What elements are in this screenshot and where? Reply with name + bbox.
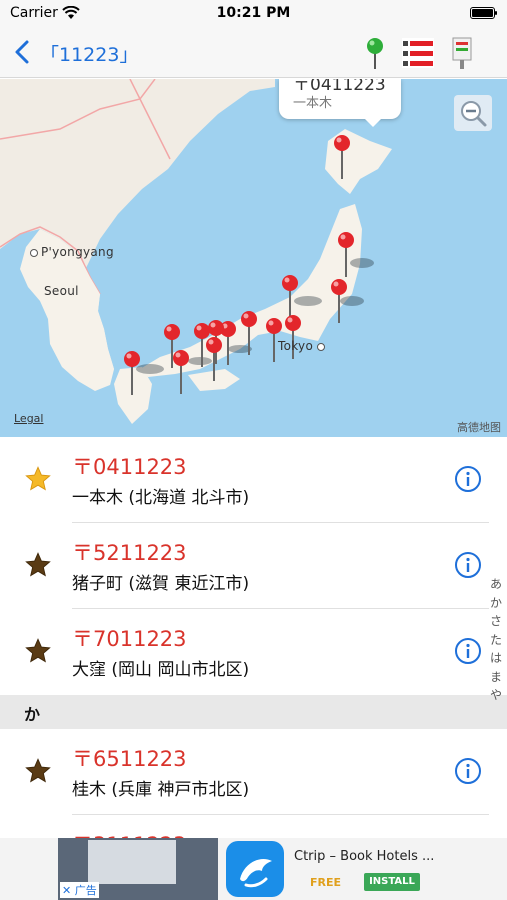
- status-bar: Carrier 10:21 PM: [0, 0, 507, 28]
- install-button[interactable]: INSTALL: [364, 873, 420, 891]
- index-item[interactable]: さ: [489, 612, 503, 631]
- index-item[interactable]: か: [489, 594, 503, 613]
- info-icon[interactable]: [454, 757, 482, 785]
- kana-sort-icon[interactable]: [402, 38, 434, 68]
- callout-name: 一本木: [293, 96, 333, 111]
- zoom-out-button[interactable]: [454, 95, 492, 131]
- address-label: 一本木 (北海道 北斗市): [72, 488, 250, 508]
- address-label: 桂木 (兵庫 神戸市北区): [72, 780, 250, 800]
- ad-banner[interactable]: ✕ 广告 Ctrip – Book Hotels ... FREE INSTAL…: [0, 838, 507, 900]
- ad-price: FREE: [310, 876, 342, 889]
- city-label-pyongyang: P'yongyang: [30, 245, 114, 259]
- index-item[interactable]: た: [489, 631, 503, 650]
- postal-code-list[interactable]: 〒0411223 一本木 (北海道 北斗市) 〒5211223 猪子町 (滋賀 …: [0, 437, 507, 838]
- address-label: 大窪 (岡山 岡山市北区): [72, 660, 250, 680]
- list-item[interactable]: 〒7011223 大窪 (岡山 岡山市北区): [0, 609, 507, 695]
- postal-code: 〒5211223: [72, 541, 187, 565]
- postal-code: 〒3111223: [72, 829, 187, 838]
- postal-code: 〒7011223: [72, 627, 187, 651]
- pin-callout[interactable]: 〒0411223 一本木: [279, 79, 401, 127]
- info-icon[interactable]: [454, 465, 482, 493]
- section-header: か: [0, 695, 507, 729]
- index-item[interactable]: や: [489, 686, 503, 705]
- postbox-icon[interactable]: [451, 36, 473, 70]
- battery-icon: [470, 7, 497, 19]
- star-filled-gold-icon[interactable]: [24, 465, 52, 493]
- list-item[interactable]: 〒6511223 桂木 (兵庫 神戸市北区): [0, 729, 507, 815]
- list-item[interactable]: 〒3111223: [0, 815, 507, 838]
- zoom-out-icon: [461, 101, 487, 127]
- info-icon[interactable]: [454, 637, 482, 665]
- back-chevron-icon[interactable]: [12, 38, 34, 66]
- list-item[interactable]: 〒5211223 猪子町 (滋賀 東近江市): [0, 523, 507, 609]
- postal-code: 〒6511223: [72, 747, 187, 771]
- ad-image-card: [88, 840, 176, 884]
- star-brown-icon[interactable]: [24, 551, 52, 579]
- map-attribution: 高德地图: [457, 421, 501, 434]
- map-pin-icon[interactable]: [364, 36, 386, 70]
- info-icon[interactable]: [454, 551, 482, 579]
- legal-link[interactable]: Legal: [14, 412, 43, 425]
- index-item[interactable]: ま: [489, 668, 503, 687]
- navigation-bar: 「11223」: [0, 28, 507, 78]
- star-brown-icon[interactable]: [24, 757, 52, 785]
- map-view[interactable]: 〒0411223 一本木 P'yongyang Seoul Tokyo Lega…: [0, 79, 507, 437]
- star-brown-icon[interactable]: [24, 637, 52, 665]
- section-index[interactable]: あ か さ た は ま や: [489, 575, 503, 705]
- index-item[interactable]: は: [489, 649, 503, 668]
- app-dolphin-icon[interactable]: [226, 841, 284, 897]
- list-item[interactable]: 〒0411223 一本木 (北海道 北斗市): [0, 437, 507, 523]
- seoul-dot-icon: [56, 283, 66, 293]
- dolphin-icon: [240, 859, 272, 888]
- ad-app-name[interactable]: Ctrip – Book Hotels ...: [294, 849, 434, 864]
- clock: 10:21 PM: [216, 5, 291, 21]
- postal-code: 〒0411223: [72, 455, 187, 479]
- city-label-tokyo: Tokyo: [278, 339, 328, 353]
- index-item[interactable]: あ: [489, 575, 503, 594]
- ad-close-label[interactable]: ✕ 广告: [60, 882, 99, 898]
- page-title: 「11223」: [40, 44, 139, 66]
- address-label: 猪子町 (滋賀 東近江市): [72, 574, 250, 594]
